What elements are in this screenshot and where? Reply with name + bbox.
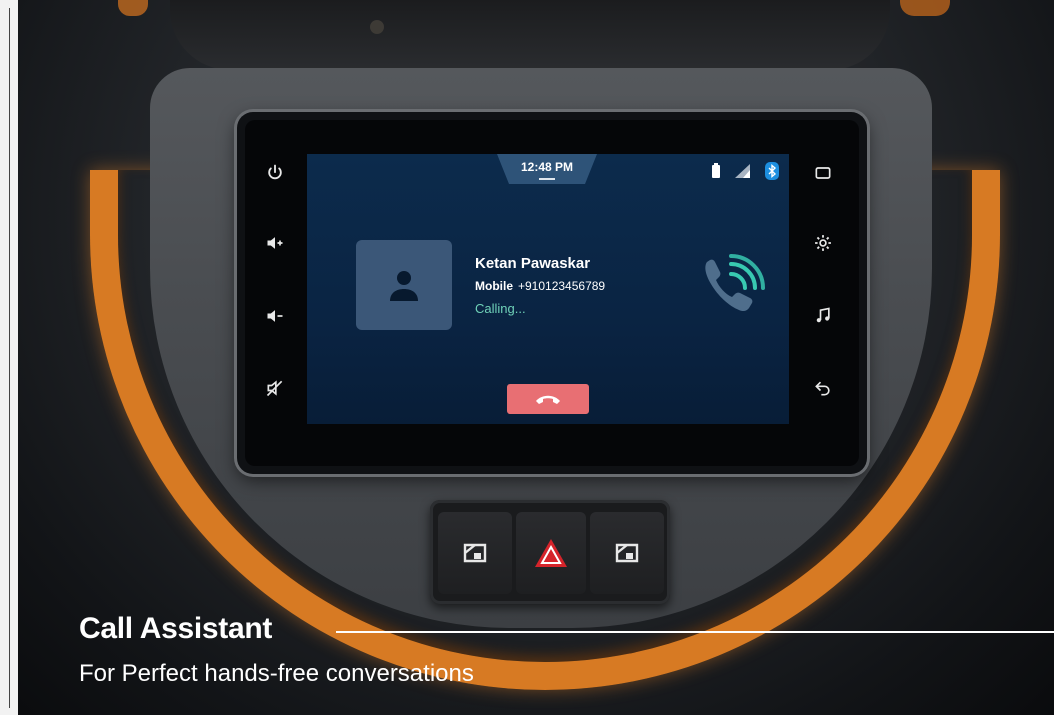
battery-icon bbox=[712, 163, 720, 178]
clock: 12:48 PM bbox=[520, 160, 574, 174]
hazard-icon bbox=[535, 539, 567, 567]
mute-icon[interactable] bbox=[260, 373, 290, 403]
back-icon[interactable] bbox=[808, 373, 838, 403]
volume-down-icon[interactable] bbox=[260, 301, 290, 331]
caption-divider bbox=[336, 631, 1054, 633]
phone-type: Mobile bbox=[475, 279, 513, 293]
car-dashboard-scene: 12:48 PM Ketan Pawaskar Mobile +910123456… bbox=[0, 0, 1054, 715]
status-icons bbox=[711, 162, 779, 180]
call-status: Calling... bbox=[475, 301, 526, 316]
window-lock-icon bbox=[463, 543, 487, 563]
page-edge-divider bbox=[0, 0, 18, 715]
signal-icon bbox=[735, 164, 750, 178]
feature-title: Call Assistant bbox=[79, 612, 273, 645]
feature-subtitle: For Perfect hands-free conversations bbox=[79, 660, 474, 687]
bluetooth-icon bbox=[765, 162, 779, 180]
music-icon[interactable] bbox=[808, 301, 838, 331]
outgoing-call-icon bbox=[705, 254, 765, 312]
end-call-button[interactable] bbox=[507, 384, 589, 414]
contact-number-line: Mobile +910123456789 bbox=[475, 279, 605, 293]
window-lock-icon bbox=[615, 543, 639, 563]
volume-up-icon[interactable] bbox=[260, 228, 290, 258]
window-switch-left[interactable] bbox=[438, 512, 512, 594]
dashboard-trim-right bbox=[900, 0, 950, 16]
screen-icon[interactable] bbox=[808, 158, 838, 188]
dashboard-trim-left bbox=[118, 0, 148, 16]
contact-avatar bbox=[356, 240, 452, 330]
hazard-button[interactable] bbox=[516, 512, 586, 594]
window-switch-right[interactable] bbox=[590, 512, 664, 594]
phone-number: +910123456789 bbox=[518, 279, 606, 293]
hang-up-icon bbox=[536, 395, 560, 404]
infotainment-display: 12:48 PM Ketan Pawaskar Mobile +910123456… bbox=[307, 154, 789, 424]
instrument-cluster-hood bbox=[170, 0, 890, 70]
power-icon[interactable] bbox=[260, 158, 290, 188]
time-tab[interactable]: 12:48 PM bbox=[497, 154, 597, 184]
settings-icon[interactable] bbox=[808, 228, 838, 258]
contact-name: Ketan Pawaskar bbox=[475, 255, 591, 272]
person-icon bbox=[390, 271, 418, 301]
switch-bank bbox=[430, 500, 670, 604]
